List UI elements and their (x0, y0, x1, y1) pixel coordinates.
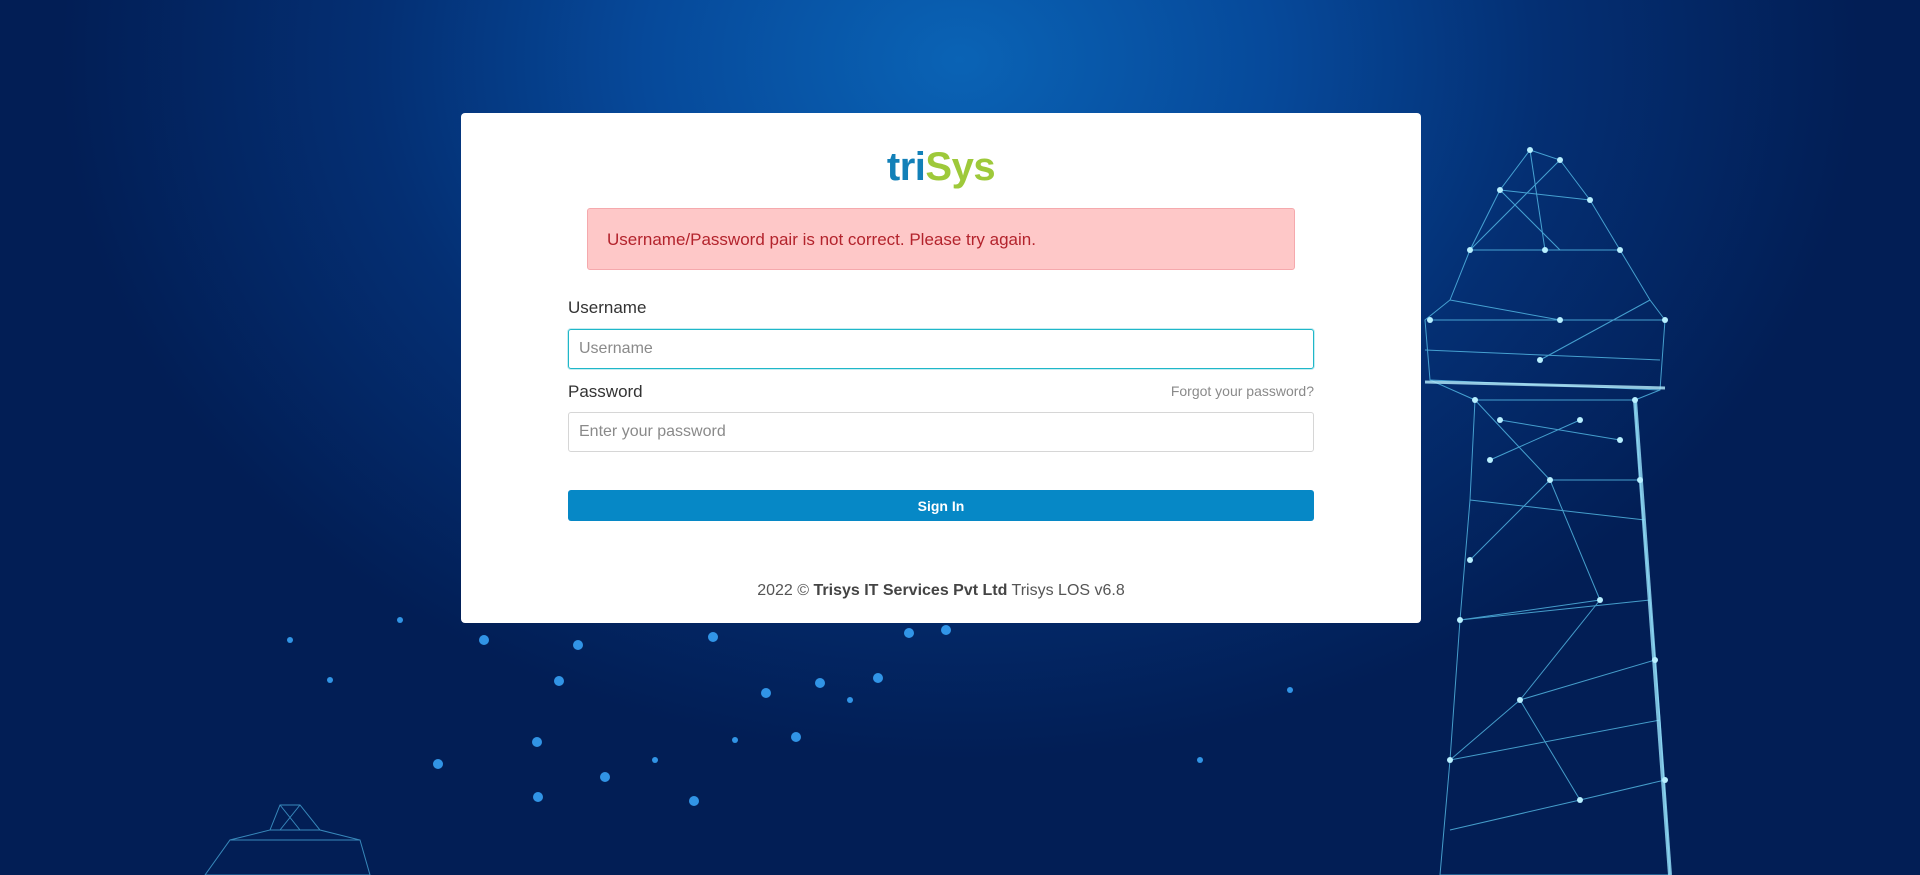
footer-company: Trisys IT Services Pvt Ltd (813, 582, 1008, 599)
footer: 2022 © Trisys IT Services Pvt Ltd Trisys… (461, 582, 1421, 600)
footer-year: 2022 © (757, 582, 810, 599)
password-label: Password (568, 382, 643, 401)
logo-text-sys: Sys (925, 145, 996, 189)
logo-text-tri: tri (886, 145, 926, 189)
error-alert: Username/Password pair is not correct. P… (587, 208, 1295, 270)
username-label: Username (568, 298, 647, 317)
footer-product-version: Trisys LOS v6.8 (1011, 582, 1125, 599)
password-input[interactable] (568, 412, 1314, 452)
login-card: triSys Username/Password pair is not cor… (461, 113, 1421, 623)
sign-in-button[interactable]: Sign In (568, 490, 1314, 521)
forgot-password-link[interactable]: Forgot your password? (1171, 383, 1314, 399)
trisys-logo: triSys (461, 145, 1421, 190)
username-input[interactable] (568, 329, 1314, 369)
